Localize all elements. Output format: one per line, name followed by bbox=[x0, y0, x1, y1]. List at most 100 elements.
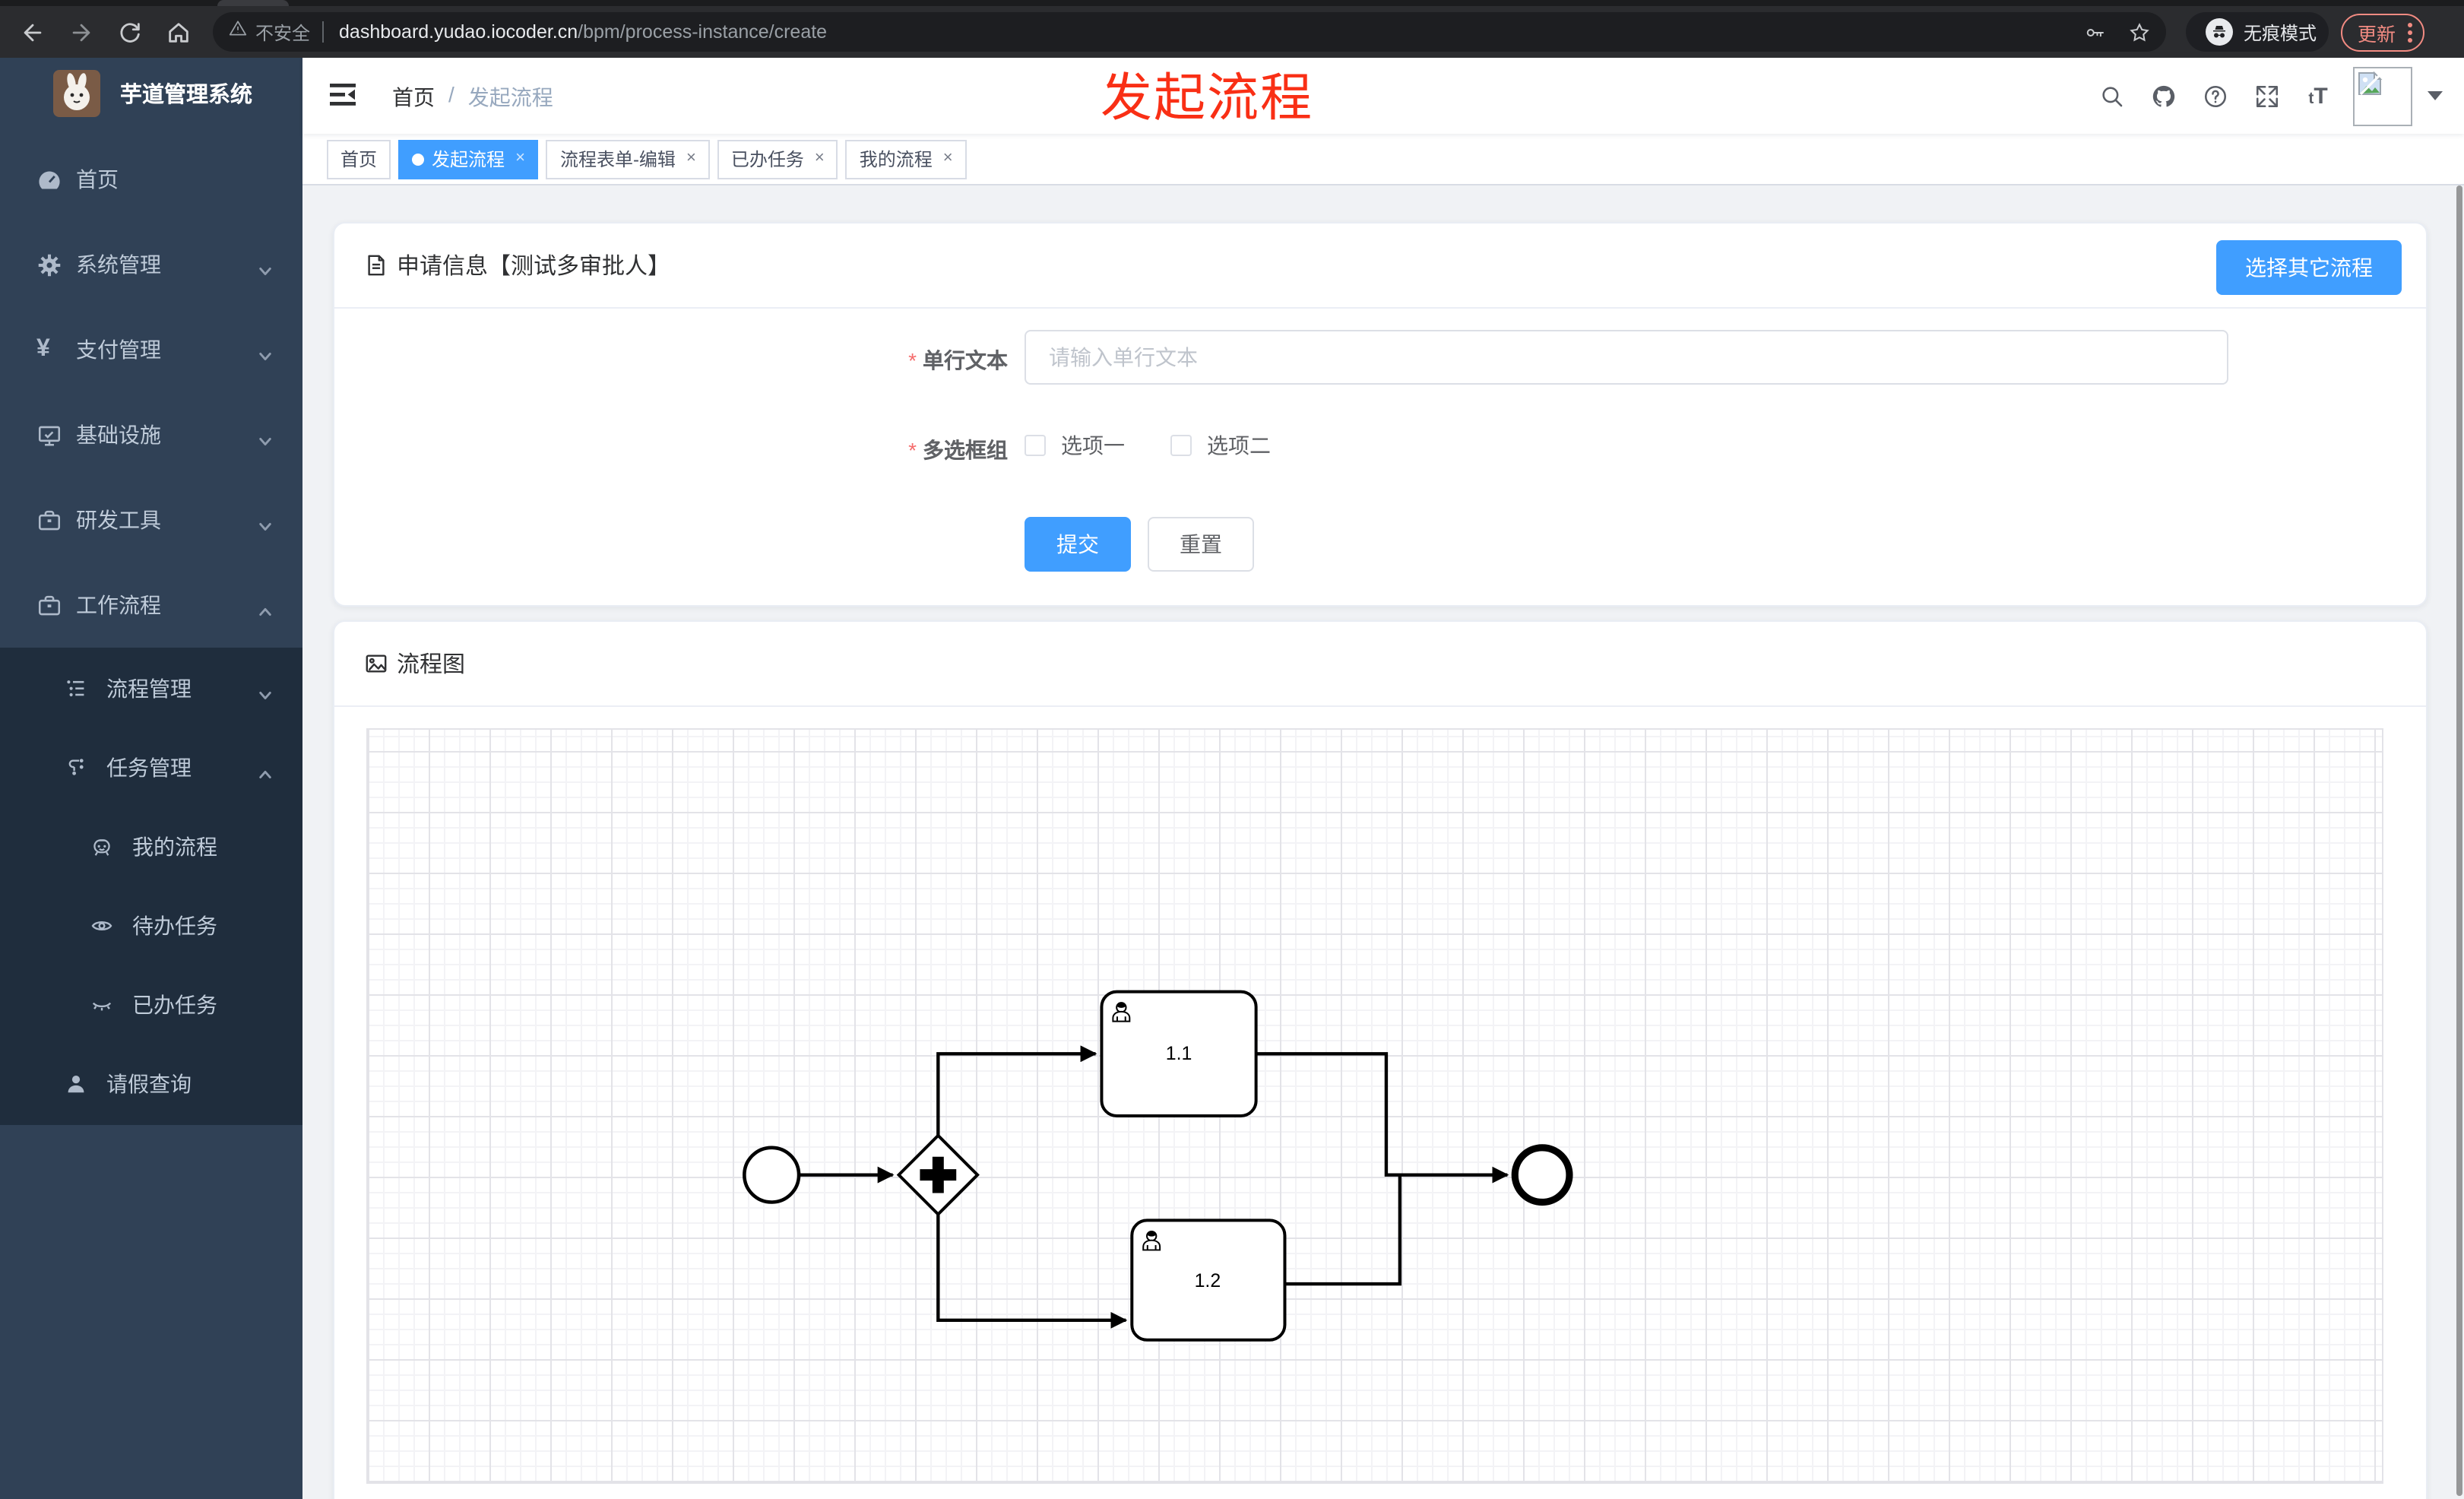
briefcase-icon bbox=[36, 590, 64, 620]
sidebar-item-workflow[interactable]: 工作流程 bbox=[0, 563, 302, 648]
tab-my-process[interactable]: 我的流程 × bbox=[845, 139, 967, 179]
diagram-card-title: 流程图 bbox=[397, 652, 466, 678]
browser-menu-icon[interactable] bbox=[2408, 21, 2413, 43]
sidebar-item-process-mgmt[interactable]: 流程管理 bbox=[0, 649, 302, 728]
avatar[interactable] bbox=[2353, 66, 2412, 125]
sidebar-item-todo-tasks[interactable]: 待办任务 bbox=[0, 886, 302, 965]
security-label: 不安全 bbox=[255, 22, 311, 43]
eye-closed-icon bbox=[90, 991, 116, 1019]
close-icon[interactable]: × bbox=[515, 150, 525, 167]
sidebar-item-done-tasks[interactable]: 已办任务 bbox=[0, 965, 302, 1044]
chevron-down-icon bbox=[258, 343, 272, 360]
incognito-badge: 无痕模式 bbox=[2186, 12, 2329, 52]
sidebar-item-my-process[interactable]: 我的流程 bbox=[0, 807, 302, 886]
url-path: /bpm/process-instance/create bbox=[578, 21, 828, 43]
choose-other-process-button[interactable]: 选择其它流程 bbox=[2216, 240, 2402, 295]
flow-task1-end bbox=[1256, 1052, 1509, 1184]
tree-list-icon bbox=[64, 675, 90, 702]
password-key-icon[interactable] bbox=[2084, 21, 2107, 43]
form-card-header: 申请信息【测试多审批人】 bbox=[334, 223, 2426, 309]
sidebar: 芋道管理系统 首页 系统管理 ¥ 支付管理 基础设施 研发工具 工作流程 流程管… bbox=[0, 58, 302, 1499]
user-task-1-1[interactable]: 1.1 bbox=[1100, 990, 1258, 1117]
github-icon[interactable] bbox=[2146, 79, 2180, 113]
chevron-down-icon bbox=[258, 428, 272, 445]
parallel-gateway[interactable] bbox=[896, 1133, 980, 1217]
dashboard-icon bbox=[36, 164, 64, 195]
browser-toolbar: 不安全 dashboard.yudao.iocoder.cn/bpm/proce… bbox=[0, 6, 2464, 58]
tab-home[interactable]: 首页 bbox=[327, 139, 391, 179]
reload-button[interactable] bbox=[114, 17, 144, 47]
breadcrumb: 首页 / 发起流程 bbox=[392, 82, 553, 113]
chevron-up-icon bbox=[258, 598, 272, 616]
sidebar-collapse-icon[interactable] bbox=[330, 84, 356, 106]
sidebar-item-infrastructure[interactable]: 基础设施 bbox=[0, 392, 302, 477]
task-label: 1.1 bbox=[1166, 1043, 1192, 1064]
annotation-title: 发起流程 bbox=[1101, 70, 1313, 128]
sidebar-item-payment[interactable]: ¥ 支付管理 bbox=[0, 307, 302, 392]
checkbox-group: 选项一 选项二 bbox=[1025, 430, 1316, 461]
url-separator bbox=[322, 21, 325, 43]
monitor-icon bbox=[36, 420, 64, 450]
font-size-icon[interactable]: ttTT bbox=[2301, 79, 2335, 113]
yen-icon: ¥ bbox=[36, 336, 50, 362]
sidebar-item-dev-tools[interactable]: 研发工具 bbox=[0, 477, 302, 563]
image-icon bbox=[366, 654, 387, 673]
flow-task2-join bbox=[1284, 1176, 1402, 1286]
close-icon[interactable]: × bbox=[943, 150, 953, 167]
eye-icon bbox=[90, 912, 116, 940]
single-line-text-input[interactable] bbox=[1025, 330, 2228, 385]
top-navbar: 首页 / 发起流程 ttTT bbox=[302, 58, 2464, 134]
security-warning-icon[interactable] bbox=[228, 18, 248, 46]
page-scrollbar[interactable] bbox=[2456, 185, 2462, 1496]
incognito-label: 无痕模式 bbox=[2244, 22, 2317, 43]
url-bar[interactable]: 不安全 dashboard.yudao.iocoder.cn/bpm/proce… bbox=[213, 12, 2166, 52]
start-event[interactable] bbox=[743, 1146, 801, 1204]
breadcrumb-home[interactable]: 首页 bbox=[392, 82, 435, 113]
diagram-card-header: 流程图 bbox=[334, 622, 2426, 707]
user-task-1-2[interactable]: 1.2 bbox=[1130, 1219, 1287, 1342]
main-content: 申请信息【测试多审批人】 选择其它流程 *单行文本 *多选框组 选项一 选项二 … bbox=[302, 185, 2464, 1499]
close-icon[interactable]: × bbox=[815, 150, 825, 167]
checkbox-option-2[interactable] bbox=[1170, 435, 1192, 456]
browser-active-tab[interactable] bbox=[217, 0, 289, 6]
tab-process-form-edit[interactable]: 流程表单-编辑 × bbox=[546, 139, 710, 179]
submit-button[interactable]: 提交 bbox=[1025, 517, 1131, 572]
incognito-icon bbox=[2206, 18, 2233, 46]
breadcrumb-separator: / bbox=[448, 82, 454, 106]
back-button[interactable] bbox=[17, 17, 47, 47]
tab-done-tasks[interactable]: 已办任务 × bbox=[717, 139, 838, 179]
breadcrumb-current: 发起流程 bbox=[467, 85, 553, 109]
close-icon[interactable]: × bbox=[686, 150, 696, 167]
chevron-down-icon bbox=[258, 258, 272, 275]
bookmark-star-icon[interactable] bbox=[2128, 21, 2151, 43]
help-icon[interactable] bbox=[2198, 79, 2231, 113]
sidebar-item-home[interactable]: 首页 bbox=[0, 137, 302, 222]
avatar-caret-icon[interactable] bbox=[2428, 91, 2443, 100]
application-form-card: 申请信息【测试多审批人】 选择其它流程 *单行文本 *多选框组 选项一 选项二 … bbox=[333, 222, 2428, 607]
robot-face-icon bbox=[90, 833, 116, 860]
sidebar-item-task-mgmt[interactable]: 任务管理 bbox=[0, 728, 302, 807]
home-button[interactable] bbox=[163, 17, 193, 47]
browser-tabstrip bbox=[0, 0, 2464, 6]
sidebar-submenu: 流程管理 任务管理 我的流程 待办任务 已办任务 请假查询 bbox=[0, 648, 302, 1125]
checkbox-option-1-label: 选项一 bbox=[1061, 433, 1125, 458]
reset-button[interactable]: 重置 bbox=[1148, 517, 1254, 572]
task-label: 1.2 bbox=[1195, 1270, 1221, 1291]
checkbox-option-1[interactable] bbox=[1025, 435, 1046, 456]
url-host: dashboard.yudao.iocoder.cn bbox=[339, 21, 578, 43]
tags-view-bar: 首页 发起流程 × 流程表单-编辑 × 已办任务 × 我的流程 × bbox=[302, 134, 2464, 185]
sidebar-item-system[interactable]: 系统管理 bbox=[0, 222, 302, 307]
tab-start-process[interactable]: 发起流程 × bbox=[398, 139, 539, 179]
browser-update-button[interactable]: 更新 bbox=[2341, 13, 2425, 51]
form-card-title: 申请信息【测试多审批人】 bbox=[397, 254, 671, 280]
app-logo[interactable]: 芋道管理系统 bbox=[53, 70, 252, 117]
end-event[interactable] bbox=[1511, 1144, 1573, 1206]
forward-button[interactable] bbox=[65, 17, 96, 47]
search-icon[interactable] bbox=[2095, 79, 2128, 113]
logo-rabbit-image bbox=[53, 70, 100, 117]
bpmn-canvas[interactable]: 1.1 1.2 bbox=[366, 728, 2383, 1484]
fullscreen-icon[interactable] bbox=[2250, 79, 2283, 113]
document-icon bbox=[368, 255, 385, 276]
skill-branch-icon bbox=[64, 754, 90, 781]
sidebar-item-leave-query[interactable]: 请假查询 bbox=[0, 1044, 302, 1123]
